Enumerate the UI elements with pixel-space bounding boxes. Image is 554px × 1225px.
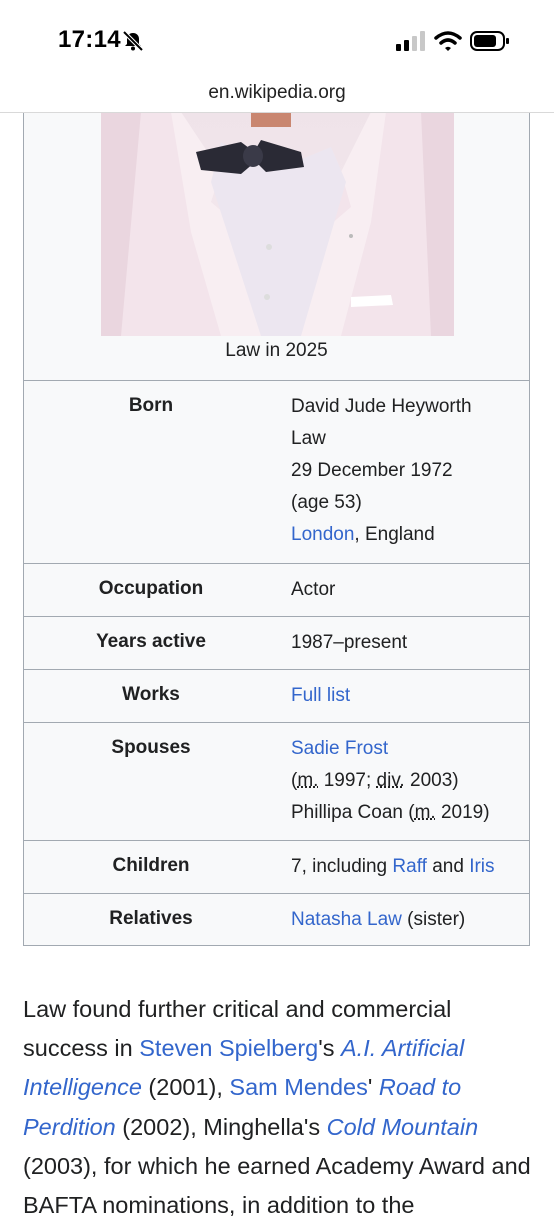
battery-icon (470, 31, 509, 51)
link-natasha-law[interactable]: Natasha Law (291, 909, 402, 930)
row-relatives: Relatives Natasha Law (sister) (24, 893, 529, 947)
row-years-active: Years active 1987–present (24, 616, 529, 670)
label-born: Born (128, 395, 174, 416)
children-prefix: 7, including (291, 856, 393, 877)
link-full-list[interactable]: Full list (291, 680, 350, 712)
label-occupation: Occupation (98, 578, 204, 599)
row-works: Works Full list (24, 669, 529, 723)
url-bar[interactable]: en.wikipedia.org (0, 80, 554, 113)
wifi-icon (434, 31, 462, 51)
abbr-married-2[interactable]: m. (415, 802, 436, 823)
status-time: 17:14 (58, 26, 121, 53)
spouse1-married-year: 1997; (318, 770, 377, 791)
para-text-4: ' (367, 1074, 379, 1101)
link-iris[interactable]: Iris (469, 856, 494, 877)
born-name-line2: Law (291, 428, 326, 449)
link-cold-mountain[interactable]: Cold Mountain (327, 1114, 479, 1140)
label-children: Children (112, 855, 190, 876)
abbr-divorced[interactable]: div. (377, 770, 405, 791)
portrait-image[interactable] (101, 112, 454, 336)
portrait-illustration (101, 112, 454, 336)
value-born: David Jude Heyworth Law 29 December 1972… (291, 391, 472, 551)
row-born: Born David Jude Heyworth Law 29 December… (24, 380, 529, 564)
link-london[interactable]: London (291, 524, 354, 545)
row-children: Children 7, including Raff and Iris (24, 840, 529, 894)
para-text-2: 's (318, 1035, 341, 1062)
value-relatives: Natasha Law (sister) (291, 904, 465, 936)
abbr-married[interactable]: m. (297, 770, 318, 791)
born-age: (age 53) (291, 492, 362, 513)
spouse2-line: Phillipa Coan (m. 2019) (291, 797, 490, 829)
value-years-active: 1987–present (291, 632, 408, 653)
value-occupation: Actor (291, 579, 336, 600)
spouse2-name: Phillipa Coan ( (291, 802, 415, 823)
label-spouses: Spouses (111, 737, 191, 758)
born-place-rest: , England (354, 524, 435, 545)
image-caption: Law in 2025 (225, 340, 328, 361)
silent-bell-icon (122, 30, 144, 52)
born-place: London, England (291, 519, 472, 551)
value-spouses: Sadie Frost (m. 1997; div. 2003) Phillip… (291, 733, 490, 829)
children-and: and (426, 856, 470, 877)
cellular-signal-icon (396, 31, 425, 51)
spouse2-year: 2019) (435, 802, 490, 823)
para-text-3: (2001), (141, 1074, 230, 1101)
row-occupation: Occupation Actor (24, 563, 529, 617)
label-relatives: Relatives (109, 908, 193, 929)
spouse1-divorce-year: 2003) (404, 770, 459, 791)
value-children: 7, including Raff and Iris (291, 851, 495, 883)
status-bar: 17:14 (0, 0, 554, 80)
born-date: 29 December 1972 (291, 460, 453, 481)
article-paragraph: Law found further critical and commercia… (23, 990, 533, 1225)
infobox: Law in 2025 Born David Jude Heyworth Law… (23, 112, 530, 946)
spouse1-dates: (m. 1997; div. 2003) (291, 765, 490, 797)
link-sam-mendes[interactable]: Sam Mendes (229, 1074, 367, 1100)
label-works: Works (122, 684, 180, 705)
relatives-rest: (sister) (401, 909, 466, 930)
label-years-active: Years active (96, 631, 206, 652)
url-text: en.wikipedia.org (208, 82, 346, 103)
link-steven-spielberg[interactable]: Steven Spielberg (139, 1035, 318, 1061)
born-name-line1: David Jude Heyworth (291, 396, 472, 417)
para-text-5: (2002), Minghella's (115, 1113, 327, 1140)
para-text-6: (2003), for which he earned Academy Awar… (23, 1152, 531, 1219)
link-raff[interactable]: Raff (392, 856, 427, 877)
row-spouses: Spouses Sadie Frost (m. 1997; div. 2003)… (24, 722, 529, 841)
link-sadie-frost[interactable]: Sadie Frost (291, 733, 490, 765)
